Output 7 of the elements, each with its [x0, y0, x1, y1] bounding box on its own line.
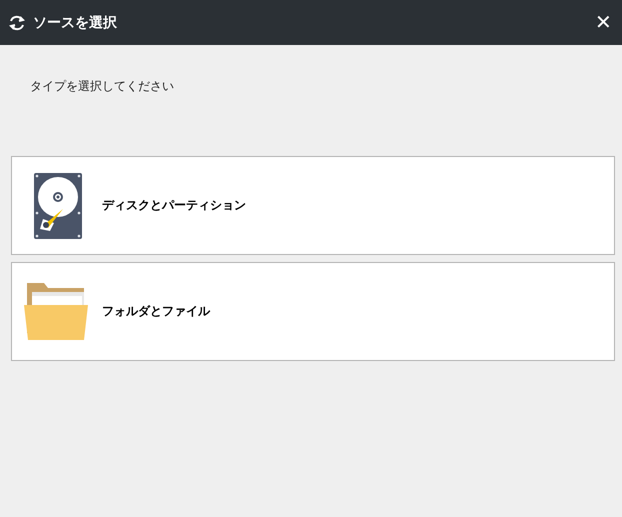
- close-button[interactable]: ✕: [591, 12, 616, 32]
- source-option-card[interactable]: フォルダとファイル: [11, 262, 615, 361]
- option-label: フォルダとファイル: [102, 303, 210, 320]
- option-label: ディスクとパーティション: [102, 197, 246, 214]
- source-option-card[interactable]: ディスクとパーティション: [11, 156, 615, 255]
- prompt-text: タイプを選択してください: [29, 78, 175, 95]
- window-title: ソースを選択: [33, 14, 118, 32]
